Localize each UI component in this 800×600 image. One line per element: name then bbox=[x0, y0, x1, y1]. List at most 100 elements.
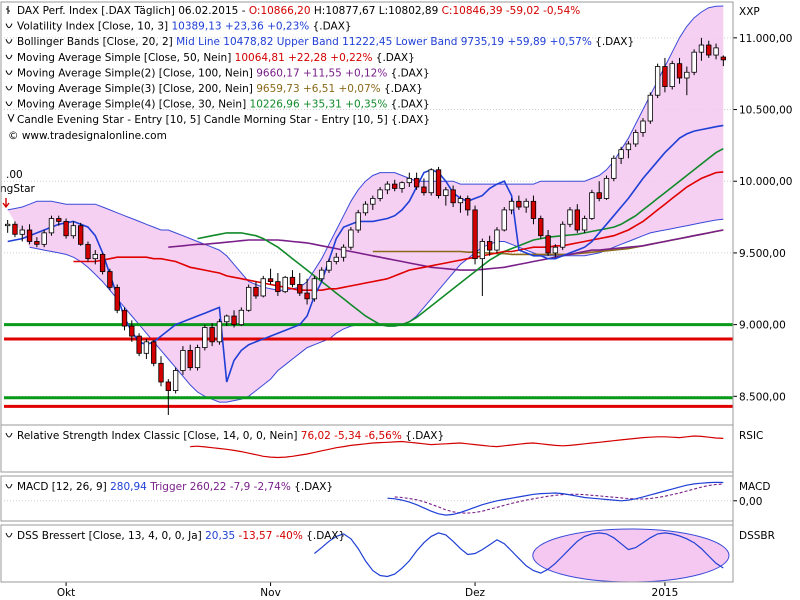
candle[interactable] bbox=[19, 229, 25, 235]
candle[interactable] bbox=[172, 370, 179, 391]
candle[interactable] bbox=[647, 94, 653, 122]
candle[interactable] bbox=[603, 177, 610, 199]
candle[interactable] bbox=[92, 253, 98, 260]
candle[interactable] bbox=[121, 309, 128, 327]
candle[interactable] bbox=[479, 241, 486, 260]
candle[interactable] bbox=[706, 44, 712, 56]
candle[interactable] bbox=[129, 325, 135, 337]
candle[interactable] bbox=[684, 71, 690, 79]
candle[interactable] bbox=[194, 347, 201, 369]
candle[interactable] bbox=[392, 183, 398, 189]
candle[interactable] bbox=[538, 218, 544, 237]
candle[interactable] bbox=[216, 321, 223, 343]
candle[interactable] bbox=[12, 223, 18, 235]
candle[interactable] bbox=[355, 212, 361, 231]
candle[interactable] bbox=[560, 223, 566, 248]
candle[interactable] bbox=[362, 203, 369, 214]
candle[interactable] bbox=[581, 218, 588, 231]
candle[interactable] bbox=[662, 66, 668, 87]
candle[interactable] bbox=[275, 281, 281, 293]
candle[interactable] bbox=[654, 66, 661, 96]
candle[interactable] bbox=[282, 276, 288, 293]
candle[interactable] bbox=[99, 253, 106, 272]
candle[interactable] bbox=[691, 51, 697, 73]
candle[interactable] bbox=[377, 189, 383, 199]
candle[interactable] bbox=[501, 209, 507, 231]
candle[interactable] bbox=[26, 229, 33, 242]
candle[interactable] bbox=[640, 120, 646, 133]
candle[interactable] bbox=[618, 149, 624, 159]
candle[interactable] bbox=[669, 63, 675, 88]
candle[interactable] bbox=[48, 218, 55, 234]
candle[interactable] bbox=[698, 44, 705, 53]
candle[interactable] bbox=[443, 189, 449, 196]
candle[interactable] bbox=[267, 278, 274, 283]
candle[interactable] bbox=[63, 220, 69, 237]
candle[interactable] bbox=[348, 229, 354, 248]
candle[interactable] bbox=[611, 157, 617, 179]
candle[interactable] bbox=[523, 200, 529, 208]
candle[interactable] bbox=[676, 63, 683, 79]
candle[interactable] bbox=[151, 341, 157, 364]
candle[interactable] bbox=[370, 198, 376, 205]
candle[interactable] bbox=[472, 209, 478, 260]
candle[interactable] bbox=[85, 243, 91, 260]
candle[interactable] bbox=[136, 335, 142, 354]
candle[interactable] bbox=[428, 169, 434, 194]
candle[interactable] bbox=[56, 218, 62, 222]
candle[interactable] bbox=[596, 192, 602, 199]
candle[interactable] bbox=[326, 261, 332, 271]
candle[interactable] bbox=[508, 200, 515, 211]
candle[interactable] bbox=[574, 209, 580, 231]
candle[interactable] bbox=[713, 47, 719, 56]
candle[interactable] bbox=[41, 232, 47, 245]
candle[interactable] bbox=[289, 276, 296, 285]
candle[interactable] bbox=[4, 223, 11, 227]
candle[interactable] bbox=[494, 229, 500, 251]
candle[interactable] bbox=[209, 327, 215, 343]
candle[interactable] bbox=[34, 241, 40, 245]
candle[interactable] bbox=[260, 278, 266, 297]
candle[interactable] bbox=[625, 143, 632, 151]
candle[interactable] bbox=[297, 284, 303, 294]
candle[interactable] bbox=[406, 177, 412, 184]
candle[interactable] bbox=[421, 186, 427, 194]
candle[interactable] bbox=[143, 341, 150, 354]
candle[interactable] bbox=[633, 132, 639, 145]
candle[interactable] bbox=[340, 246, 347, 258]
candle[interactable] bbox=[435, 169, 442, 196]
candle[interactable] bbox=[567, 209, 573, 225]
dax-chart[interactable]: 8.500,00 9.000,00 9.500,00 10.000,00 10.500,… bbox=[0, 0, 800, 600]
candle[interactable] bbox=[245, 286, 252, 311]
candle[interactable] bbox=[187, 350, 193, 369]
candle[interactable] bbox=[231, 315, 237, 326]
candle[interactable] bbox=[516, 200, 522, 208]
candle[interactable] bbox=[78, 225, 84, 245]
candle[interactable] bbox=[465, 198, 471, 211]
candle[interactable] bbox=[107, 271, 113, 288]
candle[interactable] bbox=[311, 278, 318, 300]
candle[interactable] bbox=[180, 350, 186, 371]
candle[interactable] bbox=[589, 192, 595, 219]
candle[interactable] bbox=[202, 327, 208, 348]
candle[interactable] bbox=[486, 241, 493, 251]
candle[interactable] bbox=[253, 286, 259, 297]
candle[interactable] bbox=[457, 198, 464, 204]
candle[interactable] bbox=[304, 292, 310, 300]
candle[interactable] bbox=[319, 269, 325, 280]
candle[interactable] bbox=[450, 189, 456, 204]
candle[interactable] bbox=[384, 183, 391, 191]
candle[interactable] bbox=[238, 309, 245, 326]
candle[interactable] bbox=[399, 182, 405, 189]
candle[interactable] bbox=[545, 235, 551, 254]
candle[interactable] bbox=[530, 200, 537, 219]
candle[interactable] bbox=[114, 286, 120, 311]
candle[interactable] bbox=[224, 315, 230, 323]
candle[interactable] bbox=[333, 256, 339, 262]
candle[interactable] bbox=[720, 56, 727, 61]
candle[interactable] bbox=[70, 225, 77, 237]
candle[interactable] bbox=[413, 177, 420, 188]
candle[interactable] bbox=[158, 362, 164, 383]
candle[interactable] bbox=[165, 381, 171, 391]
candle[interactable] bbox=[552, 246, 559, 254]
